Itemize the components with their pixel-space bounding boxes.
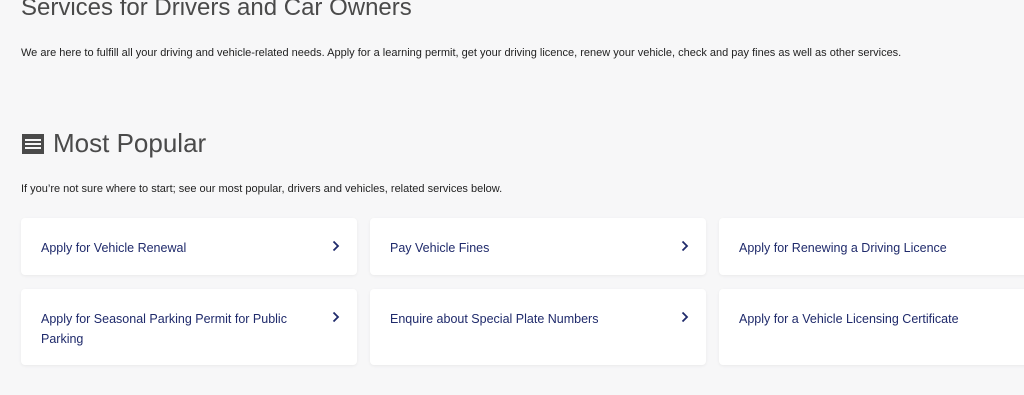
page-intro: We are here to fulfill all your driving … [21,47,902,59]
service-card-label: Pay Vehicle Fines [390,241,490,255]
service-card-vehicle-licensing-certificate[interactable]: Apply for a Vehicle Licensing Certificat… [719,289,1024,365]
service-card-label: Apply for Renewing a Driving Licence [739,241,947,255]
service-card-label: Apply for Seasonal Parking Permit for Pu… [41,312,287,346]
service-card-vehicle-renewal[interactable]: Apply for Vehicle Renewal [21,218,357,275]
service-card-seasonal-parking-permit[interactable]: Apply for Seasonal Parking Permit for Pu… [21,289,357,365]
service-card-label: Apply for Vehicle Renewal [41,241,187,255]
popular-services-grid: Apply for Vehicle Renewal Pay Vehicle Fi… [21,218,1024,365]
service-card-label: Apply for a Vehicle Licensing Certificat… [739,312,959,326]
page-title: Services for Drivers and Car Owners [21,0,412,21]
list-icon [22,133,44,154]
service-card-pay-vehicle-fines[interactable]: Pay Vehicle Fines [370,218,706,275]
chevron-right-icon [681,240,689,252]
most-popular-description: If you’re not sure where to start; see o… [21,183,503,195]
service-card-renew-driving-licence[interactable]: Apply for Renewing a Driving Licence [719,218,1024,275]
chevron-right-icon [332,240,340,252]
chevron-right-icon [332,311,340,323]
service-card-special-plate-numbers[interactable]: Enquire about Special Plate Numbers [370,289,706,365]
chevron-right-icon [681,311,689,323]
most-popular-title: Most Popular [53,128,207,158]
service-card-label: Enquire about Special Plate Numbers [390,312,599,326]
most-popular-header: Most Popular [21,128,206,159]
